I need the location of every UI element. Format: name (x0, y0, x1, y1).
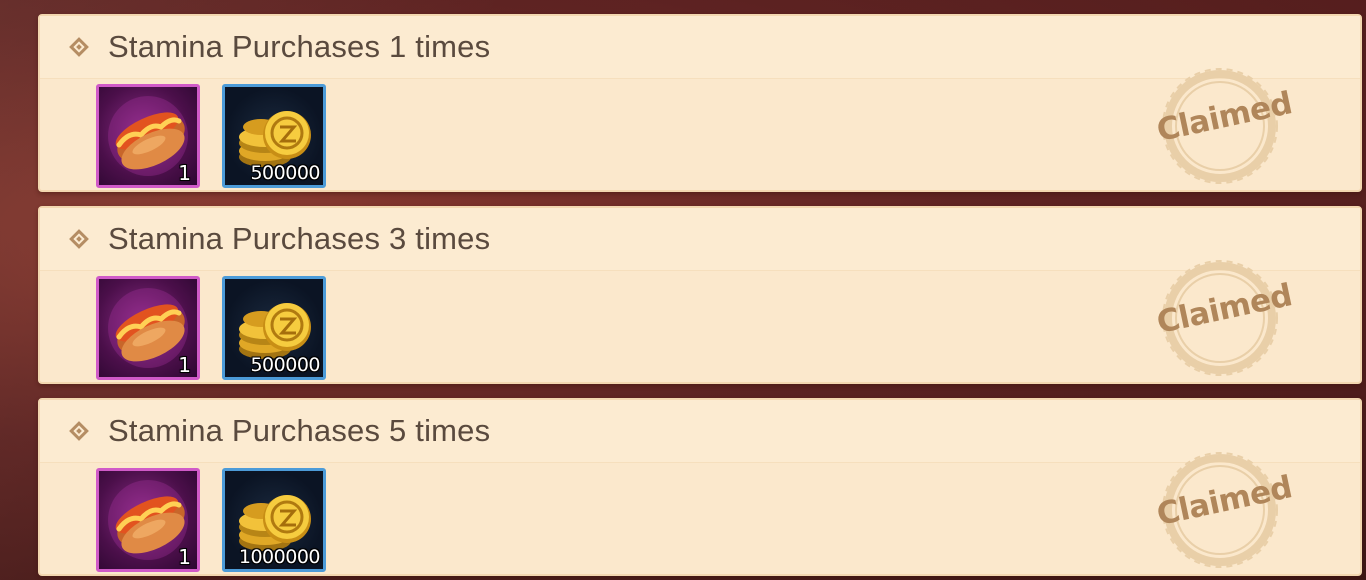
diamond-bullet-icon (69, 421, 89, 441)
task-card: Stamina Purchases 5 times 1 1000000 Clai… (38, 398, 1362, 576)
task-title: Stamina Purchases 5 times (108, 413, 491, 448)
reward-quantity: 1 (178, 545, 191, 569)
reward-item-gold[interactable]: 1000000 (222, 468, 326, 572)
claimed-stamp: Claimed (1154, 450, 1295, 570)
diamond-bullet-icon (69, 229, 89, 249)
reward-item-hotdog[interactable]: 1 (96, 276, 200, 380)
reward-list: 1 500000 (96, 84, 326, 188)
task-list: Stamina Purchases 1 times 1 500000 Claim… (38, 14, 1362, 576)
task-title: Stamina Purchases 1 times (108, 29, 491, 64)
reward-item-gold[interactable]: 500000 (222, 276, 326, 380)
reward-quantity: 1 (178, 353, 191, 377)
task-card: Stamina Purchases 1 times 1 500000 Claim… (38, 14, 1362, 192)
reward-list: 1 1000000 (96, 468, 326, 572)
reward-quantity: 1 (178, 161, 191, 185)
reward-item-hotdog[interactable]: 1 (96, 468, 200, 572)
reward-item-hotdog[interactable]: 1 (96, 84, 200, 188)
reward-quantity: 1000000 (238, 546, 321, 568)
claimed-stamp: Claimed (1154, 66, 1295, 186)
diamond-bullet-icon (69, 37, 89, 57)
reward-quantity: 500000 (250, 354, 320, 376)
task-title: Stamina Purchases 3 times (108, 221, 491, 256)
reward-list: 1 500000 (96, 276, 326, 380)
reward-item-gold[interactable]: 500000 (222, 84, 326, 188)
reward-quantity: 500000 (250, 162, 320, 184)
task-card: Stamina Purchases 3 times 1 500000 Claim… (38, 206, 1362, 384)
claimed-stamp: Claimed (1154, 258, 1295, 378)
